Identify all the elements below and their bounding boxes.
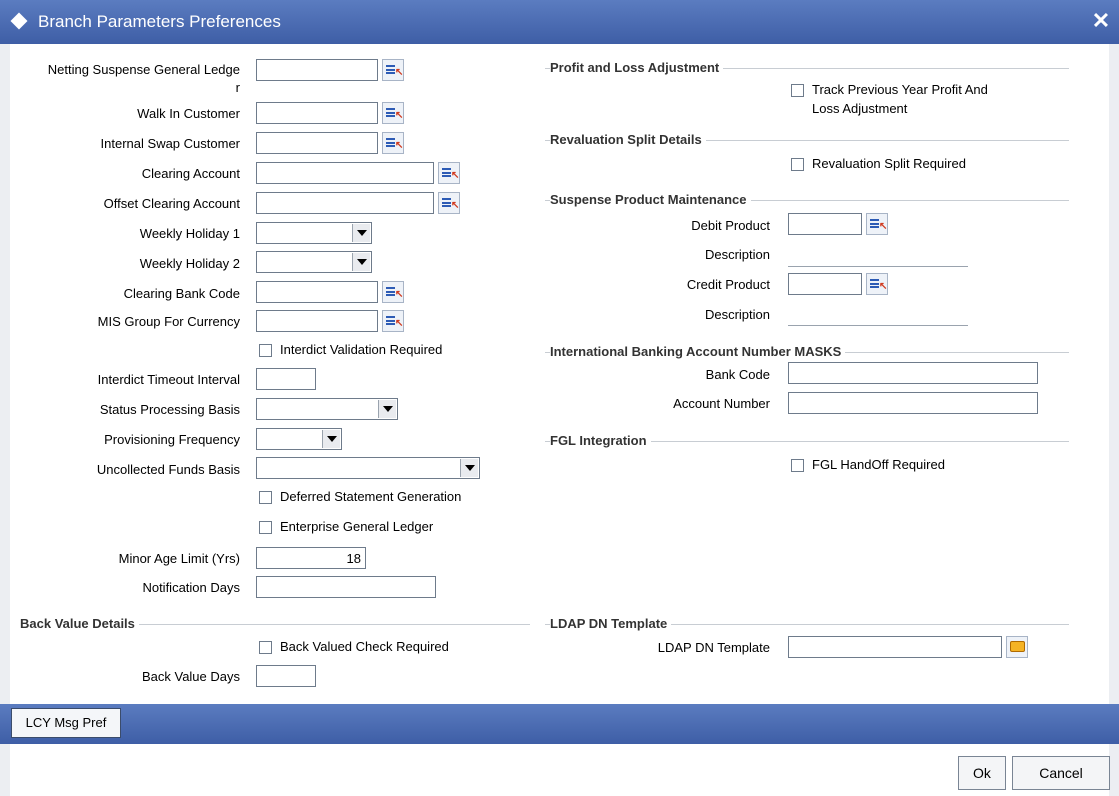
back-valued-check-label: Back Valued Check Required [280, 639, 449, 654]
mis-group-currency-lov-icon[interactable]: ↖ [382, 310, 404, 332]
offset-clearing-account-lov-icon[interactable]: ↖ [438, 192, 460, 214]
deferred-statement-label: Deferred Statement Generation [280, 489, 462, 504]
interdict-validation-label: Interdict Validation Required [280, 342, 443, 357]
track-previous-year-checkbox[interactable] [791, 84, 804, 97]
window-frame-right [1109, 44, 1119, 796]
provisioning-frequency-select[interactable] [256, 428, 342, 450]
chevron-down-icon [378, 400, 396, 418]
credit-description-value [788, 325, 968, 326]
back-value-section-title: Back Value Details [20, 616, 139, 631]
weekly-holiday-1-label: Weekly Holiday 1 [139, 226, 240, 241]
account-number-label: Account Number [673, 396, 770, 411]
netting-suspense-gl-lov-icon[interactable]: ↖ [382, 59, 404, 81]
close-button[interactable]: ✕ [1086, 6, 1116, 36]
internal-swap-customer-label: Internal Swap Customer [100, 136, 240, 151]
lcy-msg-pref-button[interactable]: LCY Msg Pref [11, 708, 121, 738]
account-number-input[interactable] [788, 392, 1038, 414]
netting-suspense-gl-label: Netting Suspense General Ledge [47, 62, 240, 77]
ldap-section-title: LDAP DN Template [550, 616, 672, 631]
mis-group-currency-label: MIS Group For Currency [97, 314, 240, 329]
internal-swap-customer-input[interactable] [256, 132, 378, 154]
weekly-holiday-1-select[interactable] [256, 222, 372, 244]
window-title: Branch Parameters Preferences [38, 12, 281, 31]
deferred-statement-checkbox[interactable] [259, 491, 272, 504]
track-previous-year-label-1: Track Previous Year Profit And [812, 82, 988, 97]
suspense-section-title: Suspense Product Maintenance [550, 192, 751, 207]
netting-suspense-gl-input[interactable] [256, 59, 378, 81]
enterprise-gl-label: Enterprise General Ledger [280, 519, 434, 534]
back-value-days-label: Back Value Days [141, 669, 240, 684]
walk-in-customer-label: Walk In Customer [137, 106, 240, 121]
clearing-account-label: Clearing Account [141, 166, 240, 181]
weekly-holiday-2-select[interactable] [256, 251, 372, 273]
clearing-account-input[interactable] [256, 162, 434, 184]
interdict-timeout-label: Interdict Timeout Interval [97, 372, 240, 387]
offset-clearing-account-label: Offset Clearing Account [103, 196, 240, 211]
mis-group-currency-input[interactable] [256, 310, 378, 332]
interdict-validation-checkbox[interactable] [259, 344, 272, 357]
cancel-button[interactable]: Cancel [1012, 756, 1110, 790]
reval-section-title: Revaluation Split Details [550, 132, 706, 147]
debit-description-label: Description [704, 247, 770, 262]
notification-days-label: Notification Days [142, 580, 240, 595]
tab-strip [0, 704, 1119, 744]
chevron-down-icon [460, 459, 478, 477]
bank-code-label: Bank Code [705, 367, 770, 382]
credit-description-label: Description [704, 307, 770, 322]
reval-split-label: Revaluation Split Required [812, 156, 966, 171]
provisioning-frequency-label: Provisioning Frequency [104, 432, 240, 447]
footer [10, 744, 1109, 795]
credit-product-input[interactable] [788, 273, 862, 295]
bank-code-input[interactable] [788, 362, 1038, 384]
status-processing-basis-label: Status Processing Basis [99, 402, 240, 417]
pl-section-title: Profit and Loss Adjustment [550, 60, 724, 75]
chevron-down-icon [352, 224, 370, 242]
fgl-section-title: FGL Integration [550, 433, 651, 448]
walk-in-customer-lov-icon[interactable]: ↖ [382, 102, 404, 124]
offset-clearing-account-input[interactable] [256, 192, 434, 214]
clearing-bank-code-lov-icon[interactable]: ↖ [382, 281, 404, 303]
debit-description-value [788, 266, 968, 267]
clearing-bank-code-label: Clearing Bank Code [123, 286, 240, 301]
back-value-days-input[interactable] [256, 665, 316, 687]
debit-product-lov-icon[interactable]: ↖ [866, 213, 888, 235]
interdict-timeout-input[interactable] [256, 368, 316, 390]
status-processing-basis-select[interactable] [256, 398, 398, 420]
edit-template-icon[interactable] [1006, 636, 1028, 658]
back-valued-check-checkbox[interactable] [259, 641, 272, 654]
weekly-holiday-2-label: Weekly Holiday 2 [139, 256, 240, 271]
ldap-dn-template-input[interactable] [788, 636, 1002, 658]
reval-split-checkbox[interactable] [791, 158, 804, 171]
internal-swap-customer-lov-icon[interactable]: ↖ [382, 132, 404, 154]
chevron-down-icon [352, 253, 370, 271]
chevron-down-icon [322, 430, 340, 448]
credit-product-lov-icon[interactable]: ↖ [866, 273, 888, 295]
track-previous-year-label-2: Loss Adjustment [812, 101, 908, 116]
netting-suspense-gl-label-tail: r [235, 80, 240, 95]
minor-age-limit-input[interactable] [256, 547, 366, 569]
enterprise-gl-checkbox[interactable] [259, 521, 272, 534]
debit-product-input[interactable] [788, 213, 862, 235]
clearing-account-lov-icon[interactable]: ↖ [438, 162, 460, 184]
uncollected-funds-basis-select[interactable] [256, 457, 480, 479]
iban-section-title: International Banking Account Number MAS… [550, 344, 846, 359]
clearing-bank-code-input[interactable] [256, 281, 378, 303]
walk-in-customer-input[interactable] [256, 102, 378, 124]
fgl-handoff-checkbox[interactable] [791, 459, 804, 472]
minor-age-limit-label: Minor Age Limit (Yrs) [118, 551, 240, 566]
ldap-dn-template-label: LDAP DN Template [657, 640, 770, 655]
debit-product-label: Debit Product [691, 218, 770, 233]
ok-button[interactable]: Ok [958, 756, 1006, 790]
notification-days-input[interactable] [256, 576, 436, 598]
credit-product-label: Credit Product [686, 277, 770, 292]
uncollected-funds-basis-label: Uncollected Funds Basis [96, 462, 240, 477]
fgl-handoff-label: FGL HandOff Required [812, 457, 945, 472]
